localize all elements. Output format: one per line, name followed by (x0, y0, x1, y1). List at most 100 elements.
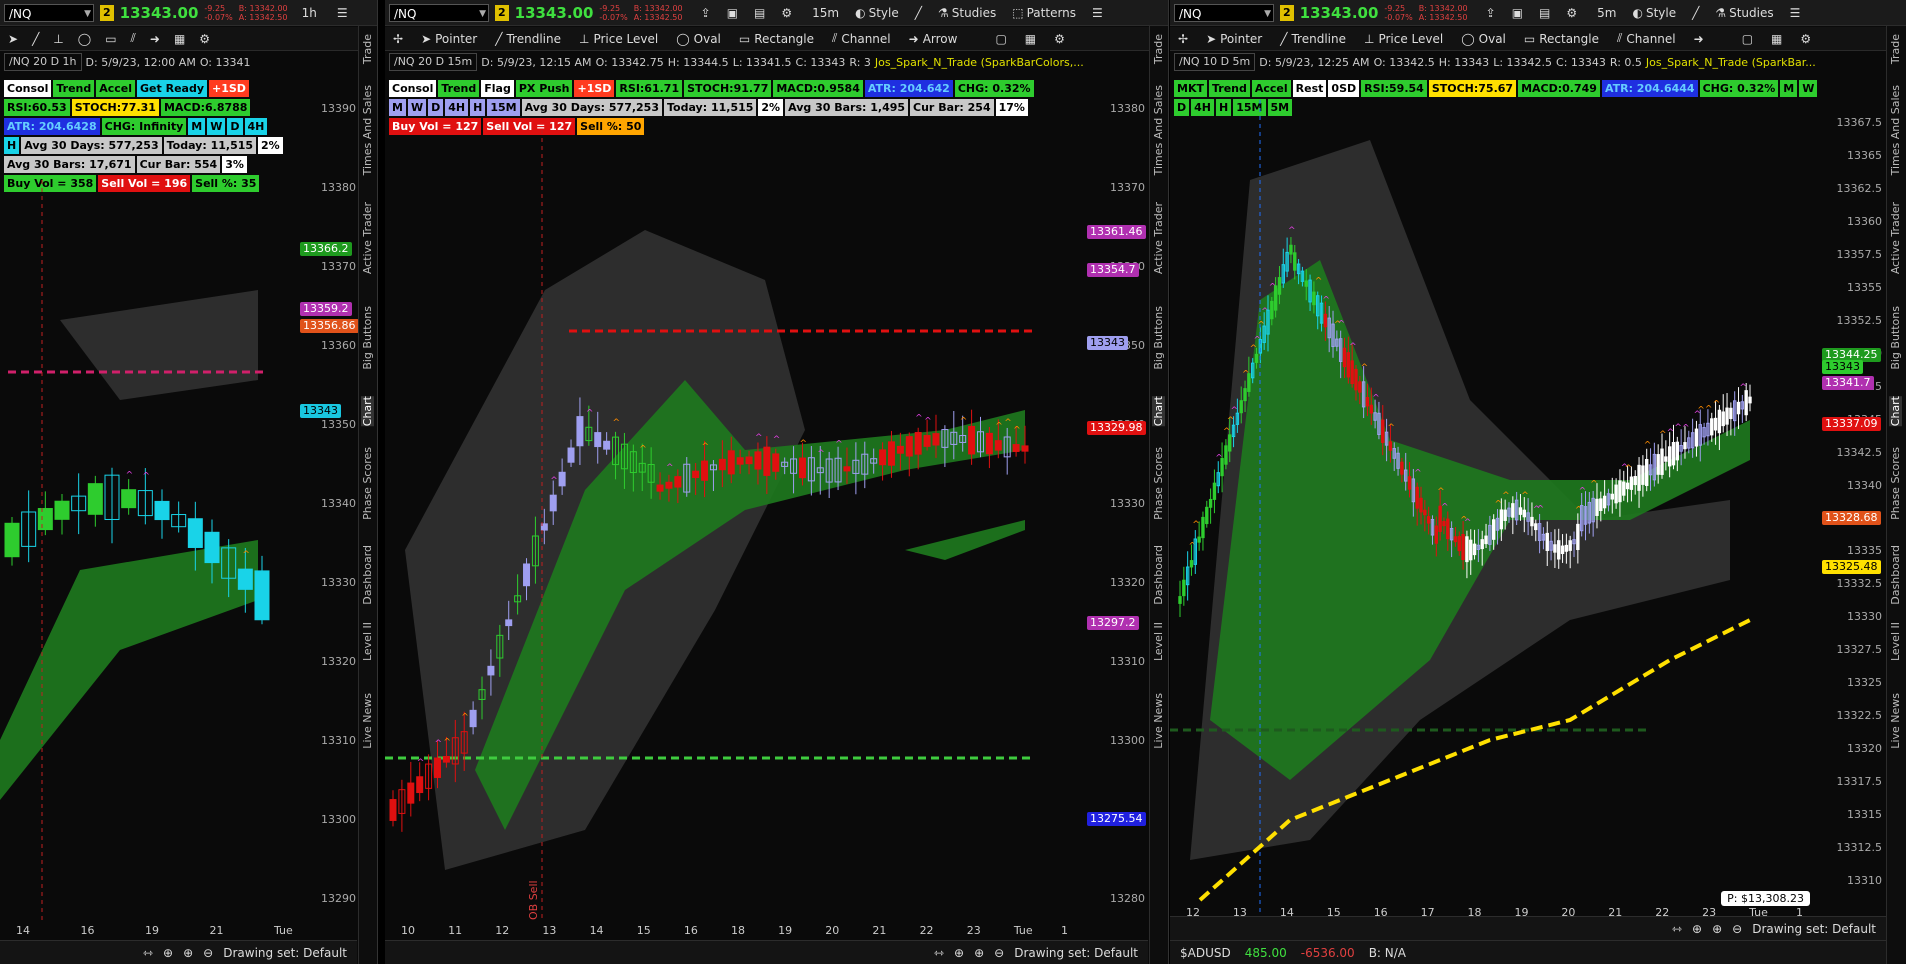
draw-icon[interactable]: ╱ (915, 6, 922, 20)
pointer-tool[interactable]: ➤ Pointer (421, 32, 477, 46)
side-tab[interactable]: Times And Sales (361, 85, 374, 175)
menu-icon[interactable]: ☰ (337, 6, 348, 20)
symbol-input[interactable]: /NQ ▼ (4, 3, 94, 23)
pin-icon[interactable]: ✢ (393, 32, 403, 46)
side-tab[interactable]: Dashboard (1152, 545, 1165, 605)
side-tab[interactable]: Level II (361, 622, 374, 661)
crosshair-icon[interactable]: ⊕ (1692, 922, 1702, 936)
style-button[interactable]: ◐ Style (855, 6, 899, 20)
crosshair-icon[interactable]: ⊕ (954, 946, 964, 960)
zoom-out-icon[interactable]: ⊖ (1732, 922, 1742, 936)
channel-tool[interactable]: ⫽ Channel (1617, 31, 1676, 46)
pin-icon[interactable]: ✢ (1178, 32, 1188, 46)
side-tab[interactable]: Phase Scores (361, 447, 374, 520)
scroll-icon[interactable]: ⇿ (143, 946, 153, 960)
camera-icon[interactable]: ▣ (1512, 6, 1523, 20)
window-icon[interactable]: ▢ (995, 32, 1006, 46)
side-tab[interactable]: Big Buttons (361, 306, 374, 370)
side-tab[interactable]: Big Buttons (1889, 306, 1902, 370)
side-tab[interactable]: Live News (1152, 693, 1165, 749)
zoom-out-icon[interactable]: ⊖ (994, 946, 1004, 960)
side-tab[interactable]: Level II (1889, 622, 1902, 661)
drawing-set[interactable]: Drawing set: Default (1752, 922, 1876, 936)
side-tab[interactable]: Times And Sales (1889, 85, 1902, 175)
side-tab[interactable]: Chart (1152, 396, 1165, 427)
side-tab[interactable]: Active Trader (1152, 202, 1165, 274)
trendline-tool[interactable]: ╱ Trendline (495, 32, 561, 46)
side-tab[interactable]: Dashboard (361, 545, 374, 605)
share-icon[interactable]: ⇪ (701, 6, 711, 20)
link-badge[interactable]: 2 (495, 4, 509, 21)
studies-button[interactable]: ⚗ Studies (1715, 6, 1773, 20)
price-level-tool[interactable]: ⊥ Price Level (1364, 32, 1443, 46)
pointer-icon[interactable]: ➤ (8, 32, 18, 46)
side-tab[interactable]: Live News (1889, 693, 1902, 749)
grid-icon[interactable]: ▦ (1025, 32, 1036, 46)
zoom-in-icon[interactable]: ⊕ (183, 946, 193, 960)
studies-button[interactable]: ⚗ Studies (938, 6, 996, 20)
arrow-tool[interactable]: ➜ Arrow (909, 32, 958, 46)
grid-icon[interactable]: ▦ (174, 32, 185, 46)
price-level-icon[interactable]: ⊥ (53, 32, 63, 46)
side-tab[interactable]: Live News (361, 693, 374, 749)
style-button[interactable]: ◐ Style (1632, 6, 1676, 20)
zoom-in-icon[interactable]: ⊕ (974, 946, 984, 960)
draw-icon[interactable]: ╱ (1692, 6, 1699, 20)
side-tab[interactable]: Active Trader (1889, 202, 1902, 274)
side-tab[interactable]: Chart (1889, 396, 1902, 427)
side-tab[interactable]: Times And Sales (1152, 85, 1165, 175)
side-tab[interactable]: Trade (1152, 34, 1165, 64)
crosshair-icon[interactable]: ⊕ (163, 946, 173, 960)
gear-icon[interactable]: ⚙ (1054, 32, 1065, 46)
window-icon[interactable]: ▢ (1742, 32, 1753, 46)
patterns-button[interactable]: ⬚ Patterns (1012, 6, 1076, 20)
arrow-icon[interactable]: ➜ (150, 32, 160, 46)
channel-tool[interactable]: ⫽ Channel (832, 31, 891, 46)
trendline-tool[interactable]: ╱ Trendline (1280, 32, 1346, 46)
oval-tool[interactable]: ◯ Oval (676, 32, 721, 46)
chevron-down-icon[interactable]: ▼ (1264, 5, 1271, 23)
price-plot[interactable]: ^^ ^^^^^^^^^ ^ ^^^^ ^ ^^ ^^OB Sell (385, 130, 1085, 920)
trendline-icon[interactable]: ╱ (32, 32, 39, 46)
chart-title[interactable]: /NQ 20 D 15m (389, 53, 478, 71)
side-tab[interactable]: Level II (1152, 622, 1165, 661)
grid-icon[interactable]: ▦ (1771, 32, 1782, 46)
study-name[interactable]: Jos_Spark_N_Trade (SparkBar... (1646, 56, 1816, 69)
print-icon[interactable]: ▤ (754, 6, 765, 20)
side-tab[interactable]: Active Trader (361, 202, 374, 274)
study-name[interactable]: Jos_Spark_N_Trade (SparkBarColors,... (875, 56, 1084, 69)
chart-title[interactable]: /NQ 20 D 1h (4, 53, 82, 71)
side-tab[interactable]: Dashboard (1889, 545, 1902, 605)
chevron-down-icon[interactable]: ▼ (479, 5, 486, 23)
gear-icon[interactable]: ⚙ (1566, 6, 1577, 20)
link-badge[interactable]: 2 (100, 4, 114, 21)
symbol-input[interactable]: /NQ ▼ (1174, 3, 1274, 23)
oval-icon[interactable]: ◯ (78, 32, 91, 46)
side-tab[interactable]: Phase Scores (1152, 447, 1165, 520)
arrow-icon[interactable]: ➜ (1694, 32, 1704, 46)
pointer-tool[interactable]: ➤ Pointer (1206, 32, 1262, 46)
timeframe-button[interactable]: 15m (812, 6, 839, 20)
oval-tool[interactable]: ◯ Oval (1461, 32, 1506, 46)
menu-icon[interactable]: ☰ (1092, 6, 1103, 20)
bottom-symbol[interactable]: $ADUSD (1180, 946, 1231, 960)
timeframe-button[interactable]: 5m (1597, 6, 1616, 20)
price-plot[interactable]: ^ ^ ^ (0, 180, 298, 920)
gear-icon[interactable]: ⚙ (199, 32, 210, 46)
gear-icon[interactable]: ⚙ (1800, 32, 1811, 46)
rectangle-tool[interactable]: ▭ Rectangle (739, 32, 814, 46)
gear-icon[interactable]: ⚙ (781, 6, 792, 20)
channel-icon[interactable]: ⫽ (131, 31, 136, 46)
price-plot[interactable]: ^^^^^^^^^^^^^^^^^^^^^^^^^^^^ ^^^ ^^^^^^^ ^ ^… (1170, 100, 1820, 920)
print-icon[interactable]: ▤ (1539, 6, 1550, 20)
share-icon[interactable]: ⇪ (1486, 6, 1496, 20)
side-tab[interactable]: Phase Scores (1889, 447, 1902, 520)
camera-icon[interactable]: ▣ (727, 6, 738, 20)
scroll-icon[interactable]: ⇿ (1672, 922, 1682, 936)
price-level-tool[interactable]: ⊥ Price Level (579, 32, 658, 46)
zoom-out-icon[interactable]: ⊖ (203, 946, 213, 960)
symbol-input[interactable]: /NQ ▼ (389, 3, 489, 23)
chart-title[interactable]: /NQ 10 D 5m (1174, 53, 1256, 71)
chevron-down-icon[interactable]: ▼ (84, 5, 91, 23)
rectangle-tool[interactable]: ▭ Rectangle (1524, 32, 1599, 46)
